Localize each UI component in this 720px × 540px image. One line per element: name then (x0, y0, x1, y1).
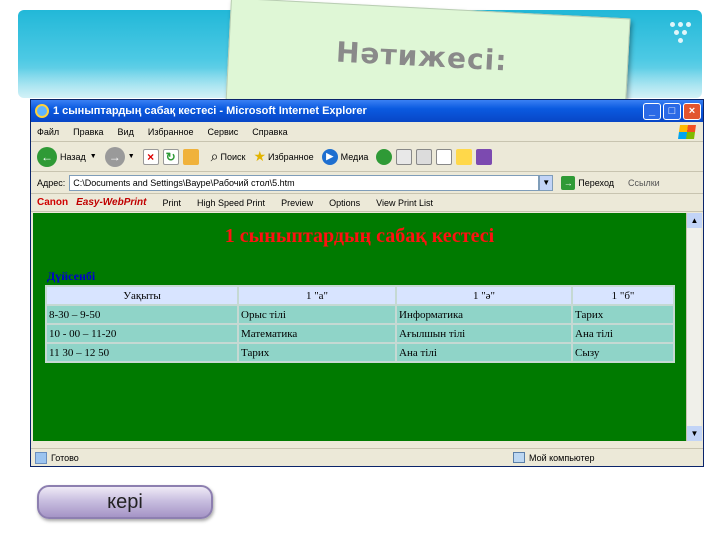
computer-icon (513, 452, 525, 463)
menu-help[interactable]: Справка (252, 127, 287, 137)
history-icon[interactable] (376, 148, 393, 165)
table-cell: 11 30 – 12 50 (47, 344, 237, 361)
folder-icon[interactable] (456, 148, 473, 165)
scroll-down-icon[interactable]: ▼ (687, 426, 702, 441)
table-row: 10 - 00 – 11-20 Математика Ағылшын тілі … (47, 325, 673, 342)
stop-icon[interactable]: × (142, 148, 159, 165)
table-cell: Орыс тілі (239, 306, 395, 323)
toolbar: ← Назад ▼ → ▼ × ↻ ⌕ Поиск ★ Избранное ▶ … (31, 142, 703, 172)
back-slide-button[interactable]: кері (37, 485, 213, 519)
high-speed-print-button[interactable]: High Speed Print (197, 198, 265, 208)
table-row: 8-30 – 9-50 Орыс тілі Информатика Тарих (47, 306, 673, 323)
page-heading: 1 сыныптардың сабақ кестесі (224, 225, 495, 247)
search-button[interactable]: ⌕ Поиск (211, 148, 246, 165)
minimize-button[interactable]: _ (643, 102, 661, 120)
view-print-list-button[interactable]: View Print List (376, 198, 433, 208)
ie-logo-icon (35, 104, 49, 118)
menu-favorites[interactable]: Избранное (148, 127, 194, 137)
ie-window: 1 сыныптардың сабақ кестесі - Microsoft … (30, 99, 704, 467)
column-header: 1 "а" (239, 287, 395, 304)
media-label: Медиа (340, 151, 369, 162)
table-cell: Тарих (573, 306, 673, 323)
forward-button[interactable]: → ▼ (104, 146, 135, 167)
preview-button[interactable]: Preview (281, 198, 313, 208)
favorites-label: Избранное (268, 151, 314, 162)
table-cell: 10 - 00 – 11-20 (47, 325, 237, 342)
print-icon[interactable] (416, 148, 433, 165)
messenger-icon[interactable] (476, 148, 493, 165)
menu-bar: Файл Правка Вид Избранное Сервис Справка (31, 122, 703, 142)
menu-edit[interactable]: Правка (73, 127, 103, 137)
table-header-row: Уақыты 1 "а" 1 "ә" 1 "б" (47, 287, 673, 304)
go-button[interactable]: Переход (578, 178, 614, 188)
table-cell: Информатика (397, 306, 571, 323)
status-bar: Готово Мой компьютер (31, 448, 703, 466)
address-input[interactable]: C:\Documents and Settings\Вауре\Рабочий … (69, 174, 540, 191)
search-label: Поиск (220, 151, 246, 162)
table-cell: Математика (239, 325, 395, 342)
mail-icon[interactable] (396, 148, 413, 165)
forward-arrow-icon: → (104, 146, 125, 167)
column-header: 1 "ә" (397, 287, 571, 304)
zone-label: Мой компьютер (529, 452, 595, 463)
easy-webprint-menu[interactable]: Easy-WebPrint (76, 197, 146, 208)
media-icon: ▶ (321, 148, 338, 165)
status-text: Готово (51, 452, 79, 463)
favorites-button[interactable]: ★ Избранное (253, 148, 313, 165)
edit-icon[interactable] (436, 148, 453, 165)
window-titlebar: 1 сыныптардың сабақ кестесі - Microsoft … (31, 100, 703, 122)
column-header: 1 "б" (573, 287, 673, 304)
address-dropdown-icon[interactable]: ▼ (539, 174, 554, 191)
address-bar: Адрес: C:\Documents and Settings\Вауре\Р… (31, 172, 703, 194)
window-title: 1 сыныптардың сабақ кестесі - Microsoft … (53, 105, 367, 117)
easy-webprint-toolbar: Canon Easy-WebPrint Print High Speed Pri… (31, 194, 703, 212)
menu-tools[interactable]: Сервис (207, 127, 238, 137)
print-button[interactable]: Print (163, 198, 182, 208)
back-label: Назад (60, 151, 86, 162)
menu-view[interactable]: Вид (118, 127, 134, 137)
page-content: 1 сыныптардың сабақ кестесі Дүйсенбі Уақ… (33, 213, 686, 441)
refresh-icon[interactable]: ↻ (162, 148, 179, 165)
decorative-dots (670, 22, 692, 44)
options-button[interactable]: Options (329, 198, 360, 208)
table-row: 11 30 – 12 50 Тарих Ана тілі Сызу (47, 344, 673, 361)
menu-file[interactable]: Файл (37, 127, 59, 137)
home-icon[interactable] (182, 148, 199, 165)
vertical-scrollbar[interactable]: ▲ ▼ (686, 213, 702, 441)
media-button[interactable]: ▶ Медиа (321, 148, 369, 165)
table-cell: Ана тілі (397, 344, 571, 361)
scroll-up-icon[interactable]: ▲ (687, 213, 702, 228)
day-label: Дүйсенбі (47, 269, 96, 283)
links-label[interactable]: Ссылки (628, 178, 660, 188)
back-button[interactable]: ← Назад ▼ (37, 146, 97, 167)
column-header: Уақыты (47, 287, 237, 304)
table-cell: Ана тілі (573, 325, 673, 342)
star-icon: ★ (253, 148, 267, 164)
go-arrow-icon[interactable]: → (561, 175, 576, 190)
page-done-icon (35, 451, 47, 464)
back-dropdown-icon[interactable]: ▼ (90, 153, 97, 160)
table-cell: 8-30 – 9-50 (47, 306, 237, 323)
close-button[interactable]: × (683, 102, 701, 120)
search-icon: ⌕ (210, 148, 219, 164)
table-cell: Ағылшын тілі (397, 325, 571, 342)
canon-logo: Canon (37, 197, 69, 208)
table-cell: Тарих (239, 344, 395, 361)
back-arrow-icon: ← (37, 146, 57, 167)
windows-logo-icon (678, 124, 696, 139)
address-label: Адрес: (37, 177, 66, 188)
forward-dropdown-icon[interactable]: ▼ (128, 153, 135, 160)
schedule-table: Уақыты 1 "а" 1 "ә" 1 "б" 8-30 – 9-50 Оры… (45, 285, 675, 363)
table-cell: Сызу (573, 344, 673, 361)
maximize-button[interactable]: □ (663, 102, 681, 120)
